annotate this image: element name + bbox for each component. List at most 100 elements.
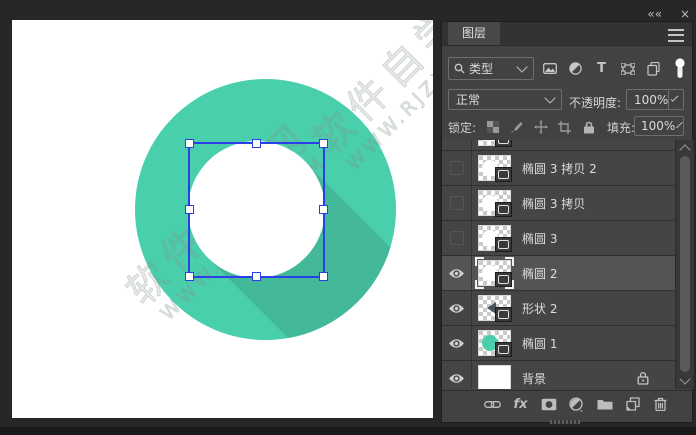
layer-row[interactable]: 椭圆 3 拷贝 (442, 186, 675, 221)
layer-name: 椭圆 2 (522, 266, 558, 281)
thumbnail-selection-bracket (475, 257, 484, 266)
blend-mode-dropdown[interactable]: 正常 (448, 89, 562, 110)
layer-name: 椭圆 3 拷贝 2 (522, 161, 597, 176)
layer-row[interactable]: 椭圆 3 (442, 221, 675, 256)
layer-row[interactable]: 椭圆 1 (442, 326, 675, 361)
transform-handle-s[interactable] (251, 272, 261, 281)
fill-value: 100% (641, 119, 676, 133)
panel-menu-icon[interactable] (668, 29, 684, 42)
visibility-toggle[interactable] (442, 140, 472, 150)
filter-icon-group: T (542, 57, 687, 80)
document-canvas[interactable]: 软件自学网 WWW.RJZXW.COM 软件自学网 WWW.RJZXW.COM (12, 20, 433, 418)
vector-mask-badge-icon (495, 140, 512, 147)
transform-handle-se[interactable] (319, 272, 328, 281)
new-group-icon[interactable] (596, 396, 613, 413)
layers-panel: 图层 类型 T 正常 不透明度: 100% 锁定: 填充: 100% 椭圆 3 … (441, 21, 694, 424)
chevron-down-icon (676, 121, 683, 128)
layer-style-fx-icon[interactable]: fx (512, 396, 529, 413)
transform-handle-e[interactable] (319, 205, 328, 214)
link-layers-icon[interactable] (484, 396, 501, 413)
eye-icon (449, 303, 464, 313)
panel-resize-grip[interactable] (550, 420, 580, 424)
layer-lock-icon (637, 371, 649, 385)
opacity-dropdown[interactable]: 100% (626, 89, 684, 110)
filter-toggle-switch[interactable] (672, 58, 687, 78)
layer-filter-dropdown[interactable]: 类型 (448, 57, 534, 80)
scroll-down-icon[interactable] (679, 373, 691, 385)
transform-handle-sw[interactable] (185, 272, 194, 281)
layer-list-scrollbar[interactable] (675, 140, 694, 389)
layer-thumbnail[interactable] (478, 140, 512, 147)
visibility-toggle[interactable] (442, 221, 472, 255)
filter-pixel-layers-icon[interactable] (542, 61, 557, 76)
tab-layers[interactable]: 图层 (448, 22, 501, 45)
thumbnail-selection-bracket (505, 280, 514, 289)
layer-name: 椭圆 1 (522, 336, 558, 351)
layer-thumbnail[interactable] (478, 190, 512, 217)
background-lock (637, 371, 649, 385)
layer-thumbnail[interactable] (478, 330, 512, 357)
eye-icon (449, 268, 464, 278)
visibility-toggle[interactable] (442, 186, 472, 220)
new-adjustment-layer-icon[interactable] (568, 396, 585, 413)
fill-dropdown[interactable]: 100% (634, 116, 684, 136)
transform-handle-nw[interactable] (185, 139, 194, 148)
layer-thumbnail[interactable] (478, 365, 511, 389)
visibility-toggle[interactable] (442, 256, 472, 290)
lock-transparency-icon[interactable] (485, 120, 500, 135)
scrollbar-thumb[interactable] (680, 156, 690, 372)
layer-thumbnail[interactable] (475, 257, 514, 289)
eye-icon (449, 373, 464, 383)
filter-adjustment-layers-icon[interactable] (568, 61, 583, 76)
layer-thumbnail[interactable] (478, 155, 512, 182)
visibility-toggle[interactable] (442, 326, 472, 360)
chevron-down-icon (544, 92, 556, 104)
fill-label: 填充: (607, 120, 636, 135)
visibility-toggle[interactable] (442, 361, 472, 389)
transform-handle-ne[interactable] (319, 139, 328, 148)
filter-smart-objects-icon[interactable] (646, 61, 661, 76)
add-layer-mask-icon[interactable] (540, 396, 557, 413)
layer-name: 椭圆 3 (522, 231, 558, 246)
lock-image-icon[interactable] (509, 120, 524, 135)
vector-mask-badge-icon (495, 342, 512, 357)
lock-label: 锁定: (448, 120, 477, 135)
layer-row[interactable]: 背景 (442, 361, 675, 389)
visibility-toggle[interactable] (442, 291, 472, 325)
layer-row[interactable]: 椭圆 2 (442, 256, 675, 291)
layer-name: 椭圆 3 拷贝 (522, 196, 586, 211)
bottom-border (0, 427, 696, 435)
hidden-eye-well (449, 231, 464, 245)
window-buttons: «« × (633, 6, 690, 22)
layer-row[interactable]: 椭圆 3 拷贝 3 (442, 140, 675, 151)
chevron-down-icon (516, 61, 528, 73)
lock-position-icon[interactable] (533, 120, 548, 135)
scroll-up-icon[interactable] (679, 144, 691, 156)
blend-mode-value: 正常 (456, 93, 481, 107)
lock-all-icon[interactable] (581, 120, 596, 135)
lock-artboard-icon[interactable] (557, 120, 572, 135)
vector-mask-badge-icon (495, 202, 512, 217)
layer-name: 椭圆 3 拷贝 3 (522, 140, 597, 142)
new-layer-icon[interactable] (624, 396, 641, 413)
transform-handle-w[interactable] (185, 205, 194, 214)
transform-handle-n[interactable] (251, 139, 261, 148)
transform-bounding-box[interactable] (185, 139, 328, 281)
hidden-eye-well (449, 196, 464, 210)
layer-list: 椭圆 3 拷贝 3 椭圆 3 拷贝 2 椭圆 3 拷贝 椭圆 3 椭圆 2 形状… (442, 140, 675, 389)
opacity-label: 不透明度: (569, 96, 622, 110)
filter-type-layers-icon[interactable]: T (594, 61, 609, 76)
layer-thumbnail[interactable] (478, 295, 512, 322)
close-panel-icon[interactable]: × (680, 7, 690, 21)
collapse-panel-icon[interactable]: «« (647, 7, 662, 21)
opacity-value: 100% (634, 92, 669, 107)
layer-row[interactable]: 椭圆 3 拷贝 2 (442, 151, 675, 186)
chevron-down-icon (670, 93, 679, 103)
layer-thumbnail[interactable] (478, 225, 512, 252)
delete-layer-icon[interactable] (652, 396, 669, 413)
filter-shape-layers-icon[interactable] (620, 61, 635, 76)
panel-tab-bar: 图层 (442, 22, 692, 46)
layer-row[interactable]: 形状 2 (442, 291, 675, 326)
visibility-toggle[interactable] (442, 151, 472, 185)
hidden-eye-well (449, 161, 464, 175)
